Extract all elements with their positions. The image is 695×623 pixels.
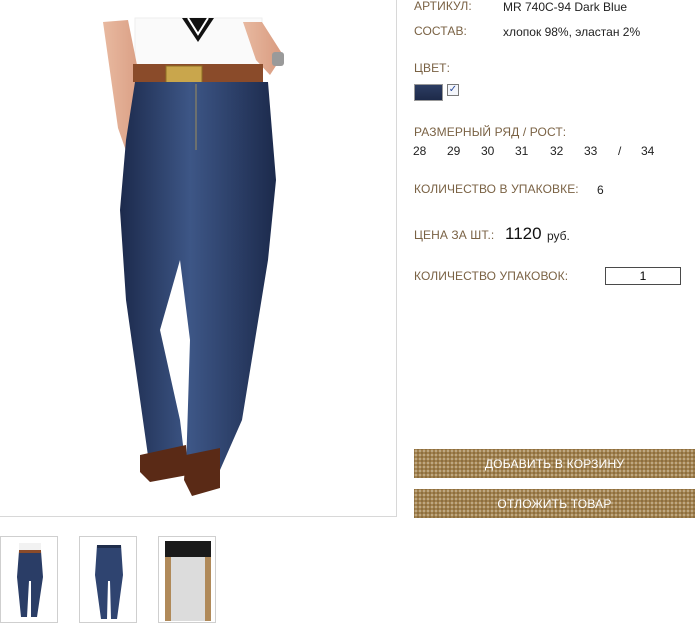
thumbnail-front[interactable]: [0, 536, 58, 623]
price-unit: руб.: [547, 229, 570, 243]
packs-quantity-input[interactable]: [605, 267, 681, 285]
price-label: ЦЕНА ЗА ШТ.:: [414, 228, 495, 242]
size-item: 32: [550, 144, 564, 158]
size-item: 33: [584, 144, 598, 158]
composition-value: хлопок 98%, эластан 2%: [503, 25, 641, 39]
thumbnail-back[interactable]: [79, 536, 137, 623]
size-item: 30: [481, 144, 495, 158]
pack-quantity-label: КОЛИЧЕСТВО В УПАКОВКЕ:: [414, 182, 579, 196]
article-value: MR 740C-94 Dark Blue: [503, 0, 628, 14]
main-product-image[interactable]: [0, 0, 397, 517]
packs-quantity-label: КОЛИЧЕСТВО УПАКОВОК:: [414, 269, 569, 283]
price-value: 1120: [505, 224, 542, 243]
postpone-button[interactable]: ОТЛОЖИТЬ ТОВАР: [414, 489, 695, 518]
composition-label: СОСТАВ:: [414, 24, 467, 38]
size-separator: /: [618, 144, 622, 158]
article-label: АРТИКУЛ:: [414, 0, 472, 13]
size-item: 28: [413, 144, 427, 158]
size-item: 31: [515, 144, 529, 158]
size-range-label: РАЗМЕРНЫЙ РЯД / РОСТ:: [414, 125, 567, 139]
pack-quantity-value: 6: [597, 183, 604, 197]
thumbnail-fabric[interactable]: [158, 536, 216, 623]
add-to-cart-button[interactable]: ДОБАВИТЬ В КОРЗИНУ: [414, 449, 695, 478]
color-swatch-dark-blue[interactable]: [414, 84, 443, 101]
size-item: 34: [641, 144, 655, 158]
color-checkbox[interactable]: ✓: [447, 84, 459, 96]
color-label: ЦВЕТ:: [414, 61, 451, 75]
size-item: 29: [447, 144, 461, 158]
